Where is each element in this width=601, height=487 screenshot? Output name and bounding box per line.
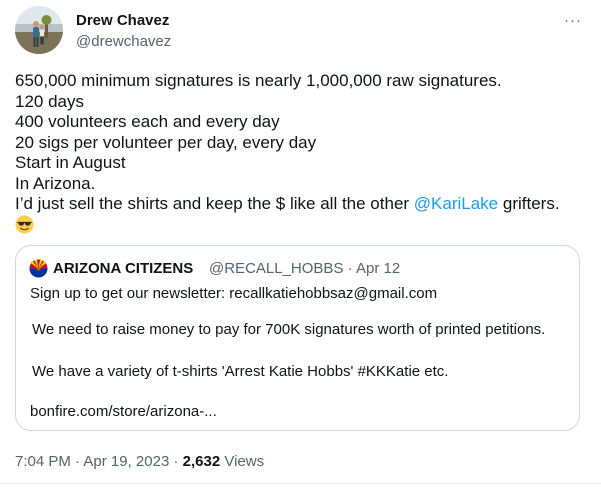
author-name[interactable]: Drew Chavez: [76, 12, 169, 29]
views-label: Views: [224, 453, 265, 470]
quoted-author-name[interactable]: ARIZONA CITIZENS: [53, 260, 193, 277]
views-count[interactable]: 2,632: [183, 453, 221, 470]
tweet-time[interactable]: 7:04 PM: [15, 453, 71, 470]
more-options-icon[interactable]: ···: [564, 12, 582, 29]
arizona-flag-icon: [29, 259, 48, 278]
avatar[interactable]: [15, 6, 63, 54]
quoted-tweet-line: We need to raise money to pay for 700K s…: [32, 321, 546, 338]
quoted-tweet-line: We have a variety of t-shirts 'Arrest Ka…: [32, 363, 449, 380]
tweet-line: In Arizona.: [15, 173, 96, 193]
quoted-tweet-meta: @RECALL_HOBBS · Apr 12: [209, 260, 400, 277]
sunglasses-emoji-icon: [15, 214, 34, 234]
footer-separator: ·: [173, 453, 179, 470]
quoted-author-handle[interactable]: @RECALL_HOBBS: [209, 260, 343, 277]
meta-separator: ·: [347, 260, 353, 277]
tweet-line: I’d just sell the shirts and keep the $ …: [15, 194, 414, 213]
quoted-tweet-line: Sign up to get our newsletter: recallkat…: [30, 285, 438, 302]
tweet-header: Drew Chavez @drewchavez ···: [15, 6, 586, 58]
tweet-line: 120 days: [15, 91, 84, 111]
footer-separator: ·: [75, 453, 81, 470]
tweet-line: 400 volunteers each and every day: [15, 112, 280, 131]
tweet-date[interactable]: Apr 19, 2023: [83, 453, 169, 470]
tweet-footer: 7:04 PM · Apr 19, 2023 · 2,632 Views: [15, 453, 264, 470]
mention-link[interactable]: @KariLake: [414, 194, 498, 213]
tweet-line: 650,000 minimum signatures is nearly 1,0…: [15, 71, 502, 90]
quoted-tweet-link[interactable]: bonfire.com/store/arizona-...: [30, 403, 217, 420]
author-handle[interactable]: @drewchavez: [76, 33, 171, 50]
tweet-text: 650,000 minimum signatures is nearly 1,0…: [15, 71, 585, 236]
divider: [0, 483, 601, 484]
tweet-line: grifters.: [498, 194, 560, 213]
quoted-tweet-card[interactable]: ARIZONA CITIZENS @RECALL_HOBBS · Apr 12 …: [15, 245, 580, 431]
tweet-line: Start in August: [15, 153, 126, 172]
tweet-line: 20 sigs per volunteer per day, every day: [15, 132, 317, 152]
quoted-tweet-date[interactable]: Apr 12: [356, 260, 400, 277]
